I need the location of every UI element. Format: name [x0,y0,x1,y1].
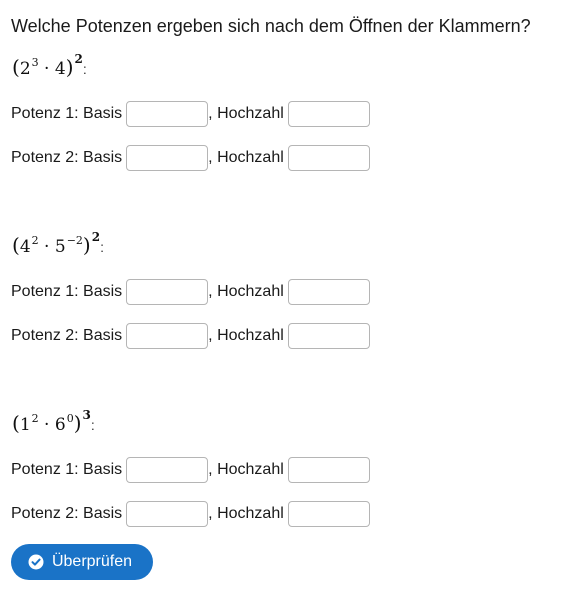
potenz-1-label: Potenz 1: Basis [11,283,123,300]
hochzahl-label: , Hochzahl [208,105,284,122]
hochzahl-label: , Hochzahl [208,327,284,344]
task-2-potenz-2-row: Potenz 2: Basis , Hochzahl [11,323,370,349]
task-2-potenz-1-row: Potenz 1: Basis , Hochzahl [11,279,370,305]
hochzahl-label: , Hochzahl [208,505,284,522]
expr-1-base-1: 2 [19,59,31,79]
task-2-potenz-1-basis-input[interactable] [126,279,209,305]
expr-2-exp-2: −2 [66,234,83,247]
expr-3-outer-exp: 3 [82,408,91,422]
expr-3-base-1: 1 [19,415,31,435]
task-2-potenz-2-basis-input[interactable] [126,323,209,349]
task-1-potenz-1-basis-input[interactable] [126,101,209,127]
expr-3-dot: · [44,415,50,435]
task-1-potenz-2-row: Potenz 2: Basis , Hochzahl [11,145,370,171]
hochzahl-label: , Hochzahl [208,283,284,300]
task-1-potenz-1-row: Potenz 1: Basis , Hochzahl [11,101,370,127]
task-1-potenz-2-basis-input[interactable] [126,145,209,171]
expr-1-exp-1: 3 [31,56,39,69]
potenz-2-label: Potenz 2: Basis [11,327,123,344]
check-button[interactable]: Überprüfen [11,544,153,580]
expr-3-base-2: 6 [54,415,66,435]
hochzahl-label: , Hochzahl [208,461,284,478]
task-3-potenz-1-basis-input[interactable] [126,457,209,483]
expr-1-base-2: 4 [54,59,66,79]
task-2-potenz-2-hochzahl-input[interactable] [287,323,370,349]
task-3-potenz-1-hochzahl-input[interactable] [287,457,370,483]
expression-3: (12 · 60)3: [12,408,95,435]
potenz-1-label: Potenz 1: Basis [11,461,123,478]
expr-1-outer-exp: 2 [74,52,83,66]
potenz-2-label: Potenz 2: Basis [11,505,123,522]
potenz-2-label: Potenz 2: Basis [11,149,123,166]
task-2-potenz-1-hochzahl-input[interactable] [287,279,370,305]
expr-1-dot: · [44,59,50,79]
hochzahl-label: , Hochzahl [208,149,284,166]
expr-3-exp-1: 2 [31,412,39,425]
expr-2-dot: · [44,237,50,257]
task-3-potenz-2-row: Potenz 2: Basis , Hochzahl [11,501,370,527]
task-1-potenz-2-hochzahl-input[interactable] [287,145,370,171]
expr-2-base-1: 4 [19,237,31,257]
task-3-potenz-1-row: Potenz 1: Basis , Hochzahl [11,457,370,483]
expression-1: (23 · 4)2: [12,52,87,79]
task-1-potenz-1-hochzahl-input[interactable] [287,101,370,127]
expr-3-exp-2: 0 [66,412,74,425]
potenz-1-label: Potenz 1: Basis [11,105,123,122]
expression-2: (42 · 5−2)2: [12,230,104,257]
expr-2-outer-exp: 2 [91,230,101,244]
task-3-potenz-2-hochzahl-input[interactable] [287,501,370,527]
check-circle-icon [28,554,44,570]
task-3-potenz-2-basis-input[interactable] [126,501,209,527]
expr-2-base-2: 5 [54,237,66,257]
check-button-label: Überprüfen [51,553,133,570]
question-text: Welche Potenzen ergeben sich nach dem Öf… [11,16,531,36]
expr-2-exp-1: 2 [31,234,39,247]
